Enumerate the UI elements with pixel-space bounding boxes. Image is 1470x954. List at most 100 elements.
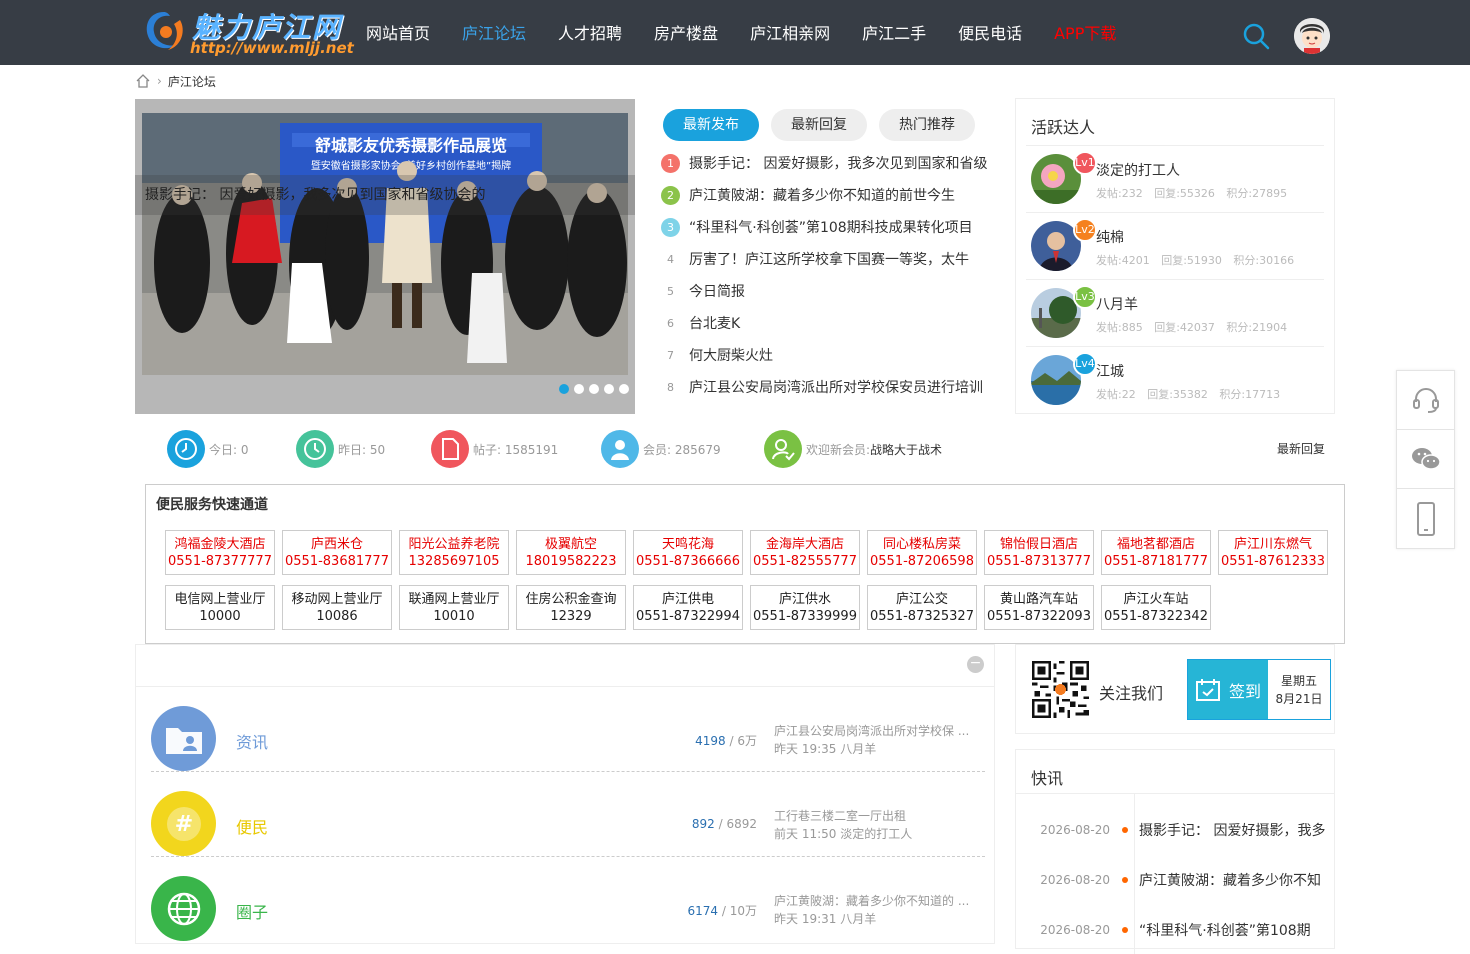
home-icon[interactable]: [135, 73, 151, 89]
nav-phonebook[interactable]: 便民电话: [942, 0, 1038, 65]
nav-app-download[interactable]: APP下载: [1038, 0, 1132, 65]
user-row[interactable]: Lv2 纯棉 发帖:4201 回复:51930 积分:30166: [1026, 212, 1324, 279]
list-item[interactable]: 2 庐江黄陂湖：藏着多少你不知道的前世今生: [661, 179, 996, 211]
search-icon[interactable]: [1242, 22, 1270, 50]
collapse-button[interactable]: −: [967, 656, 984, 673]
service-link[interactable]: 阳光公益养老院 13285697105: [399, 530, 509, 575]
level-badge: Lv2: [1073, 218, 1097, 242]
thread-title[interactable]: 摄影手记： 因爱好摄影，我多次见到国家和省级: [689, 153, 987, 173]
hashtag-icon[interactable]: #: [151, 791, 216, 856]
globe-icon[interactable]: [151, 876, 216, 941]
slide-dot[interactable]: [604, 384, 614, 394]
nav-realestate[interactable]: 房产楼盘: [638, 0, 734, 65]
nav-jobs[interactable]: 人才招聘: [542, 0, 638, 65]
thread-title[interactable]: 庐江县公安局岗湾派出所对学校保安员进行培训: [689, 377, 983, 397]
forum-last-post[interactable]: 工行巷三楼二室一厅出租 前天 11:50 淡定的打工人: [774, 807, 912, 843]
news-title[interactable]: 庐江黄陂湖：藏着多少你不知: [1139, 870, 1321, 890]
breadcrumb: › 庐江论坛: [135, 72, 216, 90]
nav-dating[interactable]: 庐江相亲网: [734, 0, 846, 65]
user-row[interactable]: Lv4 江城 发帖:22 回复:35382 积分:17713: [1026, 346, 1324, 413]
list-item[interactable]: 4 厉害了！庐江这所学校拿下国赛一等奖，太牛: [661, 243, 996, 275]
user-avatar[interactable]: [1294, 18, 1330, 54]
board-header: −: [136, 645, 994, 687]
user-name[interactable]: 江城: [1096, 361, 1124, 381]
service-link[interactable]: 福地茗都酒店 0551-87181777: [1101, 530, 1211, 575]
service-link[interactable]: 同心楼私房菜 0551-87206598: [867, 530, 977, 575]
forum-row[interactable]: # 便民 892 / 6892 工行巷三楼二室一厅出租 前天 11:50 淡定的打…: [151, 772, 985, 857]
customer-service-button[interactable]: [1397, 371, 1454, 430]
service-link[interactable]: 锦怡假日酒店 0551-87313777: [984, 530, 1094, 575]
slide-dot[interactable]: [574, 384, 584, 394]
service-link[interactable]: 庐江川东燃气 0551-87612333: [1218, 530, 1328, 575]
service-link[interactable]: 庐江供电 0551-87322994: [633, 585, 743, 630]
forum-name[interactable]: 便民: [236, 814, 268, 838]
service-link[interactable]: 鸿福金陵大酒店 0551-87377777: [165, 530, 275, 575]
thread-title[interactable]: 庐江黄陂湖：藏着多少你不知道的前世今生: [689, 185, 955, 205]
thread-title[interactable]: 厉害了！庐江这所学校拿下国赛一等奖，太牛: [689, 249, 969, 269]
wechat-button[interactable]: [1397, 430, 1454, 489]
user-name[interactable]: 淡定的打工人: [1096, 160, 1180, 180]
list-item[interactable]: 1 摄影手记： 因爱好摄影，我多次见到国家和省级: [661, 147, 996, 179]
user-name[interactable]: 纯棉: [1096, 227, 1124, 247]
service-link[interactable]: 庐江公交 0551-87325327: [867, 585, 977, 630]
user-row[interactable]: Lv1 淡定的打工人 发帖:232 回复:55326 积分:27895: [1026, 145, 1324, 212]
service-link[interactable]: 庐江火车站 0551-87322342: [1101, 585, 1211, 630]
list-item[interactable]: 7 何大厨柴火灶: [661, 339, 996, 371]
tab-latest-replies[interactable]: 最新回复: [771, 109, 867, 141]
folder-user-icon[interactable]: [151, 706, 216, 771]
mobile-button[interactable]: [1397, 489, 1454, 548]
stat-members: 会员: 285679: [601, 430, 721, 468]
service-link[interactable]: 极翼航空 18019582223: [516, 530, 626, 575]
forum-name[interactable]: 圈子: [236, 899, 268, 923]
slide-dot[interactable]: [559, 384, 569, 394]
list-item[interactable]: 5 今日简报: [661, 275, 996, 307]
panel-title: 快讯: [1016, 750, 1334, 794]
nav-secondhand[interactable]: 庐江二手: [846, 0, 942, 65]
user-name[interactable]: 八月羊: [1096, 294, 1138, 314]
service-link[interactable]: 庐西米仓 0551-83681777: [282, 530, 392, 575]
sign-in-widget[interactable]: 签到 星期五 8月21日: [1187, 659, 1331, 720]
forum-row[interactable]: 资讯 4198 / 6万 庐江县公安局岗湾派出所对学校保 ... 昨天 19:35…: [151, 687, 985, 772]
latest-replies-link[interactable]: 最新回复: [1277, 440, 1325, 457]
forum-name[interactable]: 资讯: [236, 729, 268, 753]
news-item[interactable]: 2026-08-20 摄影手记： 因爱好摄影，我多: [1016, 815, 1336, 845]
service-link[interactable]: 天鸣花海 0551-87366666: [633, 530, 743, 575]
nav-home[interactable]: 网站首页: [350, 0, 446, 65]
list-item[interactable]: 3 “科里科气·科创荟”第108期科技成果转化项目: [661, 211, 996, 243]
service-link[interactable]: 电信网上营业厅 10000: [165, 585, 275, 630]
list-item[interactable]: 8 庐江县公安局岗湾派出所对学校保安员进行培训: [661, 371, 996, 403]
slide-caption[interactable]: 摄影手记： 因爱好摄影，我多次见到国家和省级协会的: [135, 175, 635, 215]
thread-title[interactable]: “科里科气·科创荟”第108期科技成果转化项目: [689, 217, 973, 237]
forum-last-post[interactable]: 庐江县公安局岗湾派出所对学校保 ... 昨天 19:35 八月羊: [774, 722, 969, 758]
service-link[interactable]: 联通网上营业厅 10010: [399, 585, 509, 630]
service-link[interactable]: 庐江供水 0551-87339999: [750, 585, 860, 630]
user-row[interactable]: Lv3 八月羊 发帖:885 回复:42037 积分:21904: [1026, 279, 1324, 346]
service-link[interactable]: 住房公积金查询 12329: [516, 585, 626, 630]
news-title[interactable]: “科里科气·科创荟”第108期: [1139, 920, 1311, 940]
slide-photo[interactable]: 舒城影友优秀摄影作品展览 暨安徽省摄影家协会“美好乡村创作基地”揭牌: [142, 113, 628, 375]
list-item[interactable]: 6 台北麦K: [661, 307, 996, 339]
news-item[interactable]: 2026-08-20 庐江黄陂湖：藏着多少你不知: [1016, 865, 1336, 895]
site-logo[interactable]: 魅力庐江网 http://www.mljj.net: [140, 6, 354, 58]
service-link[interactable]: 黄山路汽车站 0551-87322093: [984, 585, 1094, 630]
service-link[interactable]: 移动网上营业厅 10086: [282, 585, 392, 630]
thread-title[interactable]: 今日简报: [689, 281, 745, 301]
wechat-icon: [1411, 448, 1441, 470]
tab-latest-posts[interactable]: 最新发布: [663, 109, 759, 141]
thread-title[interactable]: 台北麦K: [689, 313, 740, 333]
breadcrumb-current[interactable]: 庐江论坛: [168, 73, 216, 90]
slide-dot[interactable]: [619, 384, 629, 394]
slide-dot[interactable]: [589, 384, 599, 394]
news-item[interactable]: 2026-08-20 “科里科气·科创荟”第108期: [1016, 915, 1336, 945]
forum-row[interactable]: 圈子 6174 / 10万 庐江黄陂湖：藏着多少你不知道的 ... 昨天 19:3…: [151, 857, 985, 942]
new-member-link[interactable]: 战略大于战术: [870, 441, 942, 458]
tab-hot[interactable]: 热门推荐: [879, 109, 975, 141]
stat-today: 今日: 0: [167, 430, 249, 468]
news-title[interactable]: 摄影手记： 因爱好摄影，我多: [1139, 820, 1325, 840]
clock-icon: [296, 430, 334, 468]
thread-title[interactable]: 何大厨柴火灶: [689, 345, 773, 365]
nav-forum[interactable]: 庐江论坛: [446, 0, 542, 65]
sign-in-button[interactable]: 签到: [1188, 660, 1268, 719]
service-link[interactable]: 金海岸大酒店 0551-82555777: [750, 530, 860, 575]
featured-slideshow[interactable]: 舒城影友优秀摄影作品展览 暨安徽省摄影家协会“美好乡村创作基地”揭牌: [135, 99, 635, 414]
